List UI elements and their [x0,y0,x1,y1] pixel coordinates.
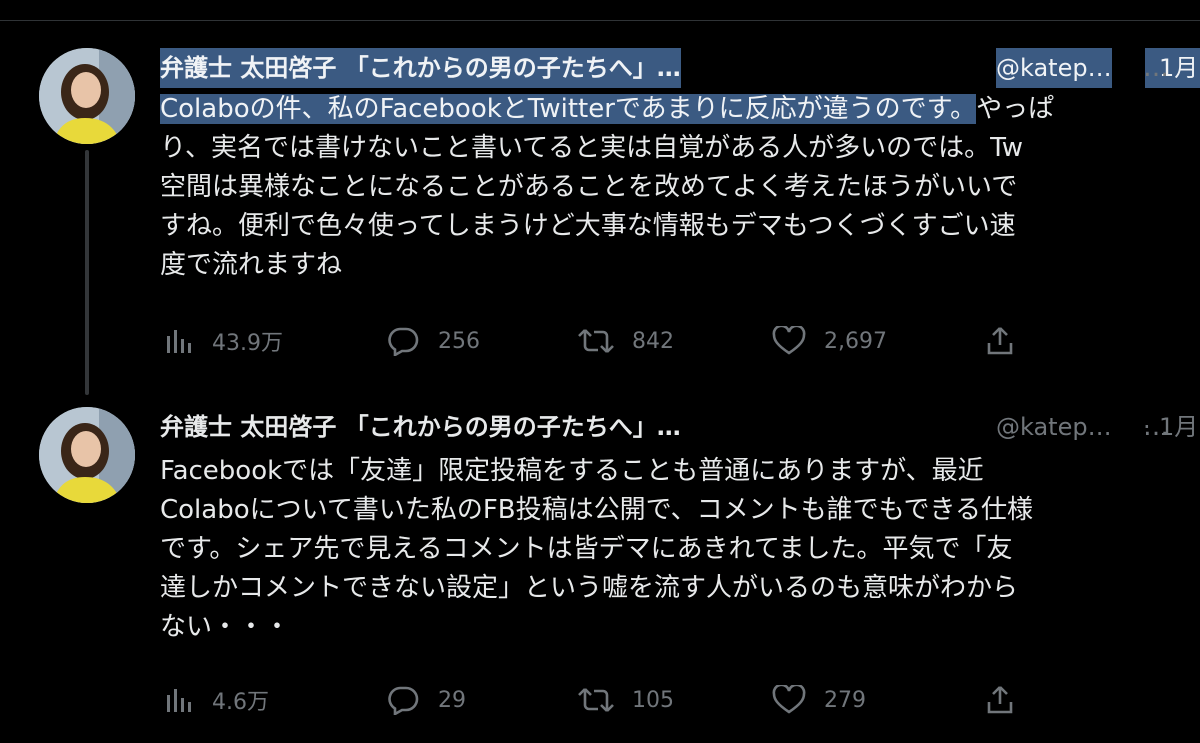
share-icon [987,686,1013,714]
more-icon[interactable]: … [1143,48,1170,88]
user-handle[interactable]: @katep… [996,48,1112,88]
more-icon[interactable]: … [1143,407,1170,447]
views-count: 43.9万 [212,331,283,356]
like-count: 2,697 [824,328,887,354]
retweet-count: 842 [632,328,674,354]
views-button[interactable]: 4.6万 [164,680,269,720]
avatar[interactable] [39,48,135,144]
avatar-photo [39,407,135,503]
highlighted-text: Colaboの件、私のFacebookとTwitterであまりに反応が違うのです… [160,94,977,124]
display-name[interactable]: 弁護士 太田啓子 「これからの男の子たちへ」… [160,407,681,447]
display-name[interactable]: 弁護士 太田啓子 「これからの男の子たちへ」… [160,48,681,88]
retweet-icon [578,329,614,353]
share-button[interactable] [985,680,1015,720]
like-button[interactable]: 2,697 [772,321,887,361]
reply-count: 256 [438,328,480,354]
retweet-button[interactable]: 842 [578,321,674,361]
reply-icon [388,327,419,356]
tweet-text: Colaboの件、私のFacebookとTwitterであまりに反応が違うのです… [160,90,1170,285]
views-icon [167,689,191,712]
top-divider [0,20,1200,21]
like-count: 279 [824,687,866,713]
tweet-text-line: 度で流れますね [160,250,343,280]
share-icon [987,327,1013,355]
tweet-text-line: やっぱ [976,94,1055,124]
retweet-button[interactable]: 105 [578,680,674,720]
share-button[interactable] [985,321,1015,361]
tweet-header: 弁護士 太田啓子 「これからの男の子たちへ」… @katep… · 1月10日 … [160,407,1200,447]
tweet-text-line: すね。便利で色々使ってしまうけど大事な情報もデマもつくづくすごい速 [160,211,1016,241]
tweet-actions: 43.9万 256 842 2,697 [160,321,1040,361]
views-count: 4.6万 [212,690,269,715]
tweet-text-line: Facebookでは「友達」限定投稿をすることも普通にありますが、最近 [160,456,984,486]
reply-icon [388,686,419,715]
tweet-text-line: ない・・・ [160,612,291,642]
tweet-header: 弁護士 太田啓子 「これからの男の子たちへ」… @katep… 1月10日 … [160,48,1200,88]
retweet-count: 105 [632,687,674,713]
views-icon [167,330,191,353]
tweet-text: Facebookでは「友達」限定投稿をすることも普通にありますが、最近 Cola… [160,452,1170,647]
reply-button[interactable]: 256 [386,321,480,361]
tweet-text-line: 空間は異様なことになることがあることを改めてよく考えたほうがいいで [160,172,1018,202]
reply-button[interactable]: 29 [386,680,466,720]
views-button[interactable]: 43.9万 [164,321,283,361]
like-button[interactable]: 279 [772,680,866,720]
avatar[interactable] [39,407,135,503]
like-icon [772,326,806,355]
tweet-text-line: り、実名では書けないこと書いてると実は自覚がある人が多いのでは。Tw [160,133,1024,163]
reply-count: 29 [438,687,466,713]
retweet-icon [578,688,614,712]
tweet-text-line: 達しかコメントできない設定」という嘘を流す人がいるのも意味がわから [160,573,1019,603]
avatar-photo [39,48,135,144]
thread-connector-line [85,150,89,395]
user-handle[interactable]: @katep… [996,407,1112,447]
tweet-text-line: です。シェア先で見えるコメントは皆デマにあきれてました。平気で「友 [160,534,1013,564]
tweet-text-line: Colaboについて書いた私のFB投稿は公開で、コメントも誰でもできる仕様 [160,495,1034,525]
tweet-actions: 4.6万 29 105 279 [160,680,1040,720]
like-icon [772,685,806,714]
